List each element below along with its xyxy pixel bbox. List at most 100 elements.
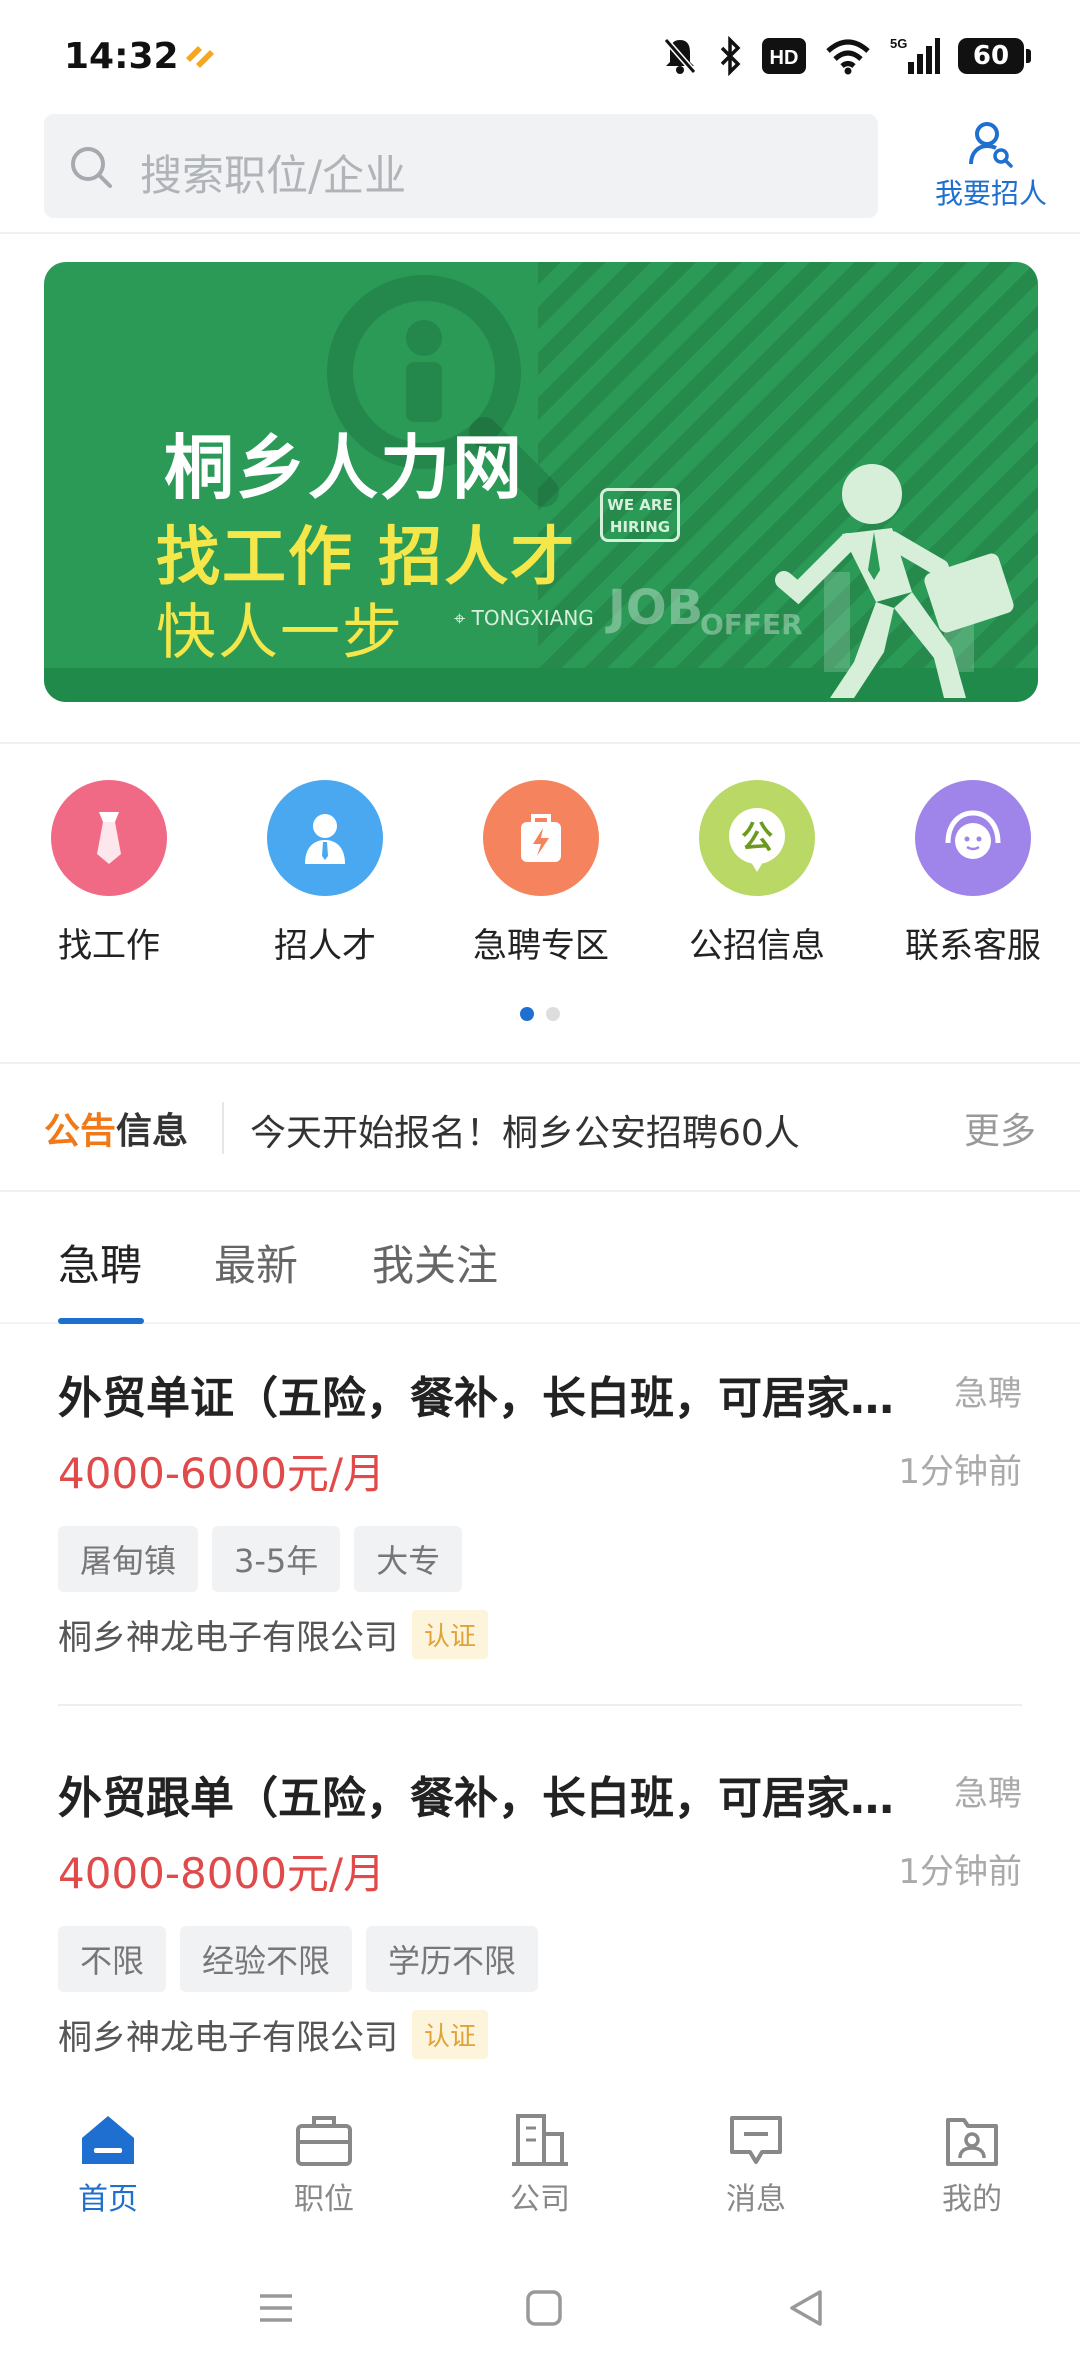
system-navigation	[0, 2260, 1080, 2376]
customer-service-icon	[915, 780, 1031, 896]
page-dot-active	[520, 1007, 534, 1021]
message-icon	[730, 2116, 782, 2164]
job-tag-experience: 3-5年	[212, 1526, 341, 1592]
status-time: 14:32	[64, 36, 179, 77]
status-icons: HD 5G 60	[662, 34, 1031, 78]
recruit-person-icon	[969, 122, 1013, 168]
job-card[interactable]: 外贸单证（五险，餐补，长白班，可居家… 急聘 4000-6000元/月 1分钟前…	[0, 1326, 1080, 1706]
notice-more-link[interactable]: 更多	[964, 1102, 1036, 1154]
home-icon	[82, 2116, 134, 2164]
job-salary: 4000-8000元/月	[58, 1849, 386, 1898]
quick-urgent-hiring-label: 急聘专区	[473, 926, 609, 966]
tab-urgent[interactable]: 急聘	[58, 1232, 142, 1293]
signal-5g-icon: 5G	[890, 36, 940, 74]
banner-location-text: TONGXIANG	[471, 606, 594, 630]
tie-icon	[51, 780, 167, 896]
banner-title: 桐乡人力网	[164, 427, 524, 509]
menu-icon[interactable]	[256, 2288, 296, 2328]
banner-location-tag: ⌖ TONGXIANG	[454, 606, 594, 630]
notice-separator	[222, 1102, 224, 1154]
public-icon: 公	[699, 780, 815, 896]
quick-recruit[interactable]: 招人才	[230, 780, 420, 967]
back-icon[interactable]	[786, 2288, 826, 2328]
section-divider	[0, 742, 1080, 744]
job-company: 桐乡神龙电子有限公司 认证	[58, 1610, 489, 1659]
quick-customer-service-label: 联系客服	[905, 926, 1041, 966]
mute-icon	[663, 38, 697, 74]
tab-latest[interactable]: 最新	[214, 1232, 298, 1293]
quick-find-job[interactable]: 找工作	[14, 780, 204, 967]
menu-page-indicator	[0, 1006, 1080, 1025]
hiring-line2: HIRING	[609, 518, 671, 536]
nav-messages[interactable]: 消息	[648, 2112, 864, 2218]
nav-profile[interactable]: 我的	[864, 2112, 1080, 2218]
nav-jobs[interactable]: 职位	[216, 2112, 432, 2218]
battery-icon: 60	[958, 38, 1031, 74]
job-tag-location: 不限	[58, 1926, 167, 1992]
quick-recruit-label: 招人才	[274, 926, 376, 966]
card-divider	[58, 1704, 1022, 1706]
notice-bar[interactable]: 公告信息 今天开始报名！桐乡公安招聘60人 更多	[0, 1062, 1080, 1192]
search-icon	[71, 147, 112, 188]
banner-job-word: JOB	[608, 580, 704, 636]
job-title: 外贸单证（五险，餐补，长白班，可居家…	[58, 1373, 894, 1424]
app-notification-icon	[186, 46, 214, 68]
company-name: 桐乡神龙电子有限公司	[58, 1618, 398, 1658]
lightning-bag-icon	[483, 780, 599, 896]
building-icon	[512, 2114, 568, 2166]
recruit-label: 我要招人	[934, 177, 1047, 210]
verified-badge: 认证	[412, 2010, 489, 2059]
job-tags: 屠甸镇 3-5年 大专	[58, 1526, 463, 1592]
job-tabs: 急聘 最新 我关注	[0, 1194, 1080, 1324]
job-post-time: 1分钟前	[898, 1452, 1022, 1492]
page-dot	[546, 1007, 560, 1021]
quick-public-recruitment[interactable]: 公 公招信息	[662, 780, 852, 967]
quick-menu: 找工作 招人才 急聘专区 公 公招信息 联系客服	[0, 780, 1080, 980]
hd-icon: HD	[762, 38, 806, 74]
nav-companies[interactable]: 公司	[432, 2112, 648, 2218]
bottom-navigation: 首页 职位 公司 消息 我的	[0, 2090, 1080, 2240]
job-company: 桐乡神龙电子有限公司 认证	[58, 2010, 489, 2059]
job-tag-location: 屠甸镇	[58, 1526, 199, 1592]
job-tag-education: 学历不限	[366, 1926, 539, 1992]
nav-jobs-label: 职位	[294, 2182, 354, 2217]
quick-urgent-hiring[interactable]: 急聘专区	[446, 780, 636, 967]
promo-banner[interactable]: 桐乡人力网 找工作 招人才 快人一步 ⌖ TONGXIANG WE ARE HI…	[44, 262, 1038, 702]
job-tag-education: 大专	[354, 1526, 463, 1592]
nav-companies-label: 公司	[510, 2182, 570, 2217]
company-name: 桐乡神龙电子有限公司	[58, 2018, 398, 2058]
quick-customer-service[interactable]: 联系客服	[878, 780, 1068, 967]
profile-icon	[946, 2118, 998, 2166]
recruit-button[interactable]: 我要招人	[916, 116, 1066, 216]
briefcase-icon	[296, 2116, 352, 2166]
job-urgent-badge: 急聘	[954, 1374, 1022, 1414]
search-input[interactable]: 搜索职位/企业	[44, 114, 878, 218]
quick-public-recruitment-label: 公招信息	[689, 926, 825, 966]
bluetooth-icon	[720, 36, 741, 76]
notice-text[interactable]: 今天开始报名！桐乡公安招聘60人	[250, 1104, 800, 1156]
notice-logo-part2: 信息	[116, 1111, 189, 1152]
verified-badge: 认证	[412, 1610, 489, 1659]
svg-text:HD: HD	[770, 47, 799, 69]
job-card[interactable]: 外贸跟单（五险，餐补，长白班，可居家… 急聘 4000-8000元/月 1分钟前…	[0, 1726, 1080, 2106]
nav-profile-label: 我的	[942, 2182, 1002, 2217]
notice-logo-part1: 公告	[44, 1111, 117, 1152]
job-post-time: 1分钟前	[898, 1852, 1022, 1892]
battery-level: 60	[972, 41, 1010, 71]
tab-following[interactable]: 我关注	[372, 1232, 498, 1293]
banner-hiring-sign: WE ARE HIRING	[600, 488, 680, 542]
job-urgent-badge: 急聘	[954, 1774, 1022, 1814]
status-bar: 14:32 HD 5G 60	[0, 0, 1080, 110]
running-businessman-illustration	[775, 464, 1014, 698]
job-tag-experience: 经验不限	[180, 1926, 353, 1992]
home-square-icon[interactable]	[524, 2288, 564, 2328]
tab-active-indicator	[58, 1318, 144, 1324]
search-placeholder: 搜索职位/企业	[140, 151, 407, 200]
quick-find-job-label: 找工作	[58, 926, 160, 966]
nav-home-label: 首页	[78, 2182, 138, 2217]
nav-home[interactable]: 首页	[0, 2112, 216, 2218]
svg-text:5G: 5G	[890, 36, 907, 51]
svg-text:公: 公	[741, 818, 773, 856]
job-title: 外贸跟单（五险，餐补，长白班，可居家…	[58, 1773, 894, 1824]
job-salary: 4000-6000元/月	[58, 1449, 386, 1498]
